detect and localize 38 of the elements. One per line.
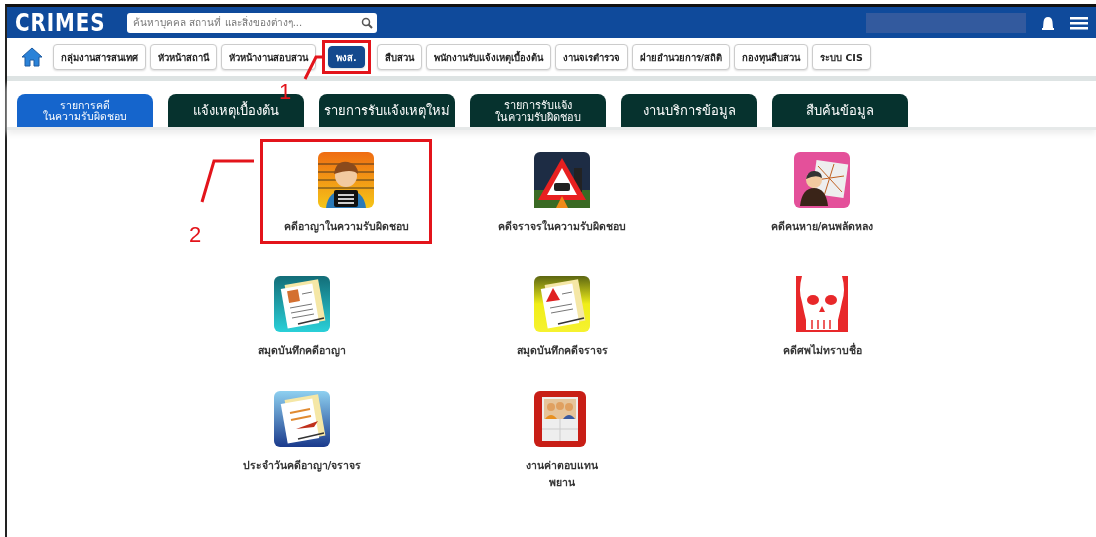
nav-button[interactable]: ฝ่ายอำนวยการ/สถิติ [631, 44, 731, 70]
notebook-icon[interactable] [534, 276, 590, 332]
callout-number: 2 [189, 222, 202, 248]
skull-icon[interactable] [794, 276, 850, 332]
home-icon[interactable] [21, 46, 43, 68]
app-label[interactable]: สมุดบันทึกคดีอาญา [258, 342, 346, 359]
nav-button[interactable]: พนักงานรับแจ้งเหตุเบื้องต้น [425, 44, 551, 70]
app-label[interactable]: คดีศพไม่ทราบชื่อ [782, 342, 862, 359]
logo: CRIMES [15, 8, 106, 37]
person-map-icon[interactable] [794, 152, 850, 208]
tab[interactable]: รายการคดี ในความรับผิดชอบ [17, 94, 153, 127]
warning-sign-icon[interactable] [534, 152, 590, 208]
nav-button[interactable]: กองทุนสืบสวน [734, 44, 809, 70]
nav-button[interactable]: สืบสวน [376, 44, 422, 70]
bell-icon[interactable] [1040, 14, 1056, 31]
nav-button[interactable]: หัวหน้างานสอบสวน [221, 44, 316, 70]
tab[interactable]: รายการรับแจ้งเหตุใหม่ [319, 94, 455, 127]
app-label[interactable]: สมุดบันทึกคดีจราจร [516, 342, 608, 359]
person-sign-icon[interactable] [318, 152, 374, 208]
app-label[interactable]: คดีอาญาในความรับผิดชอบ [283, 218, 409, 235]
tab[interactable]: สืบค้นข้อมูล [772, 94, 908, 127]
menu-icon[interactable] [1070, 15, 1088, 30]
leader-line [199, 158, 255, 204]
notebook-icon[interactable] [274, 276, 330, 332]
app-label[interactable]: คดีคนหาย/คนพลัดหลง [770, 218, 874, 235]
search-field[interactable]: ค้นหาบุคคล สถานที่ และสิ่งของต่างๆ... [127, 12, 378, 33]
search-icon[interactable] [361, 16, 374, 29]
app-label[interactable]: คดีจราจรในความรับผิดชอบ [498, 218, 626, 235]
nav-button[interactable]: พงส. [328, 46, 365, 68]
notebook-icon[interactable] [274, 391, 330, 447]
app-label[interactable]: ประจำวันคดีอาญา/จราจร [242, 457, 362, 474]
app-label[interactable]: งานค่าตอบแทน พยาน [526, 457, 598, 491]
nav-button[interactable]: ระบบ CIS [812, 44, 871, 70]
tab[interactable]: งานบริการข้อมูล [621, 94, 757, 127]
tab[interactable]: รายการรับแจ้ง ในความรับผิดชอบ [470, 94, 606, 127]
nav-button[interactable]: กลุ่มงานสารสนเทศ [53, 44, 146, 70]
nav-button[interactable]: หัวหน้าสถานี [150, 44, 217, 70]
nav-button[interactable]: งานจเรตำรวจ [554, 44, 628, 70]
